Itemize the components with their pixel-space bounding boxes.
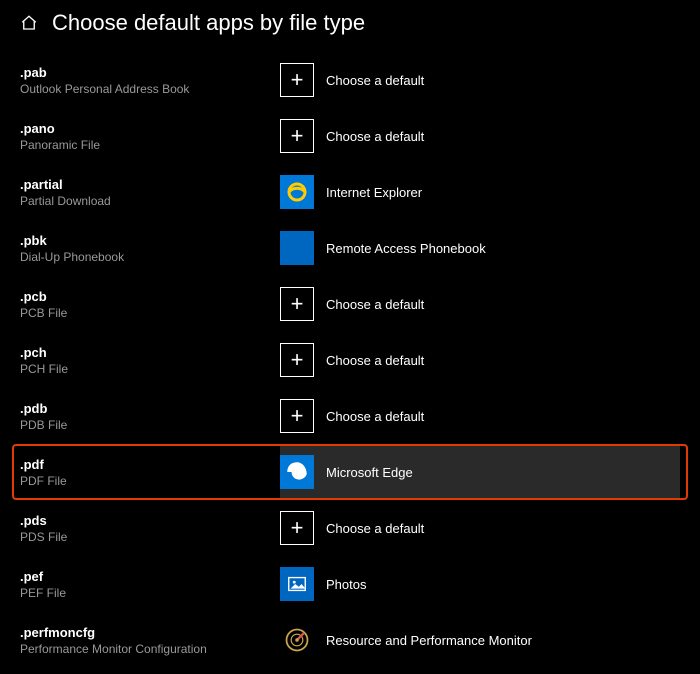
app-selector[interactable]: Photos	[280, 567, 366, 601]
file-type-row: .pab Outlook Personal Address Book + Cho…	[0, 52, 700, 108]
app-name-label: Microsoft Edge	[326, 465, 413, 480]
extension-cell: .pdf PDF File	[20, 457, 280, 488]
photos-icon	[280, 567, 314, 601]
extension-label: .perfmoncfg	[20, 625, 280, 640]
extension-desc: PCH File	[20, 362, 280, 376]
header: Choose default apps by file type	[0, 0, 700, 46]
app-icon	[280, 231, 314, 265]
extension-cell: .partial Partial Download	[20, 177, 280, 208]
app-name-label: Remote Access Phonebook	[326, 241, 486, 256]
plus-icon: +	[280, 399, 314, 433]
extension-label: .pdb	[20, 401, 280, 416]
app-name-label: Choose a default	[326, 521, 424, 536]
extension-label: .pef	[20, 569, 280, 584]
extension-label: .pano	[20, 121, 280, 136]
extension-label: .pab	[20, 65, 280, 80]
app-name-label: Choose a default	[326, 73, 424, 88]
extension-desc: Partial Download	[20, 194, 280, 208]
extension-desc: Outlook Personal Address Book	[20, 82, 280, 96]
plus-icon: +	[280, 511, 314, 545]
app-name-label: Choose a default	[326, 409, 424, 424]
file-type-row: .perfmoncfg Performance Monitor Configur…	[0, 612, 700, 668]
plus-icon: +	[280, 343, 314, 377]
file-type-row: .pdb PDB File + Choose a default	[0, 388, 700, 444]
app-name-label: Choose a default	[326, 129, 424, 144]
internet-explorer-icon	[280, 175, 314, 209]
extension-label: .pbk	[20, 233, 280, 248]
app-name-label: Photos	[326, 577, 366, 592]
extension-cell: .pbk Dial-Up Phonebook	[20, 233, 280, 264]
extension-cell: .pef PEF File	[20, 569, 280, 600]
extension-label: .pch	[20, 345, 280, 360]
page-title: Choose default apps by file type	[52, 10, 365, 36]
app-selector[interactable]: Resource and Performance Monitor	[280, 623, 532, 657]
extension-cell: .pds PDS File	[20, 513, 280, 544]
app-selector[interactable]: Remote Access Phonebook	[280, 231, 486, 265]
app-name-label: Resource and Performance Monitor	[326, 633, 532, 648]
plus-icon: +	[280, 119, 314, 153]
extension-desc: PDF File	[20, 474, 280, 488]
plus-icon: +	[280, 287, 314, 321]
app-name-label: Internet Explorer	[326, 185, 422, 200]
plus-icon: +	[280, 63, 314, 97]
extension-cell: .pcb PCB File	[20, 289, 280, 320]
extension-cell: .pdb PDB File	[20, 401, 280, 432]
file-type-row: .pds PDS File + Choose a default	[0, 500, 700, 556]
extension-desc: Dial-Up Phonebook	[20, 250, 280, 264]
home-icon[interactable]	[20, 14, 38, 32]
file-type-row: .pcb PCB File + Choose a default	[0, 276, 700, 332]
microsoft-edge-icon	[280, 455, 314, 489]
extension-desc: PEF File	[20, 586, 280, 600]
file-type-list: .pab Outlook Personal Address Book + Cho…	[0, 46, 700, 668]
app-selector[interactable]: Microsoft Edge	[280, 455, 413, 489]
extension-cell: .pab Outlook Personal Address Book	[20, 65, 280, 96]
file-type-row: .pef PEF File Photos	[0, 556, 700, 612]
app-selector[interactable]: + Choose a default	[280, 287, 424, 321]
app-selector[interactable]: + Choose a default	[280, 119, 424, 153]
extension-desc: Performance Monitor Configuration	[20, 642, 280, 656]
file-type-row: .pch PCH File + Choose a default	[0, 332, 700, 388]
app-selector[interactable]: + Choose a default	[280, 63, 424, 97]
extension-label: .pds	[20, 513, 280, 528]
extension-cell: .perfmoncfg Performance Monitor Configur…	[20, 625, 280, 656]
file-type-row: .pbk Dial-Up Phonebook Remote Access Pho…	[0, 220, 700, 276]
extension-desc: PDB File	[20, 418, 280, 432]
app-name-label: Choose a default	[326, 297, 424, 312]
extension-cell: .pano Panoramic File	[20, 121, 280, 152]
app-selector[interactable]: + Choose a default	[280, 399, 424, 433]
file-type-row: .pano Panoramic File + Choose a default	[0, 108, 700, 164]
extension-desc: PDS File	[20, 530, 280, 544]
app-selector[interactable]: + Choose a default	[280, 511, 424, 545]
app-selector[interactable]: + Choose a default	[280, 343, 424, 377]
perfmon-icon	[280, 623, 314, 657]
file-type-row: .partial Partial Download Internet Explo…	[0, 164, 700, 220]
extension-label: .pcb	[20, 289, 280, 304]
extension-label: .partial	[20, 177, 280, 192]
extension-desc: Panoramic File	[20, 138, 280, 152]
extension-label: .pdf	[20, 457, 280, 472]
app-selector[interactable]: Internet Explorer	[280, 175, 422, 209]
app-name-label: Choose a default	[326, 353, 424, 368]
extension-desc: PCB File	[20, 306, 280, 320]
file-type-row-highlighted: .pdf PDF File Microsoft Edge	[0, 444, 700, 500]
extension-cell: .pch PCH File	[20, 345, 280, 376]
